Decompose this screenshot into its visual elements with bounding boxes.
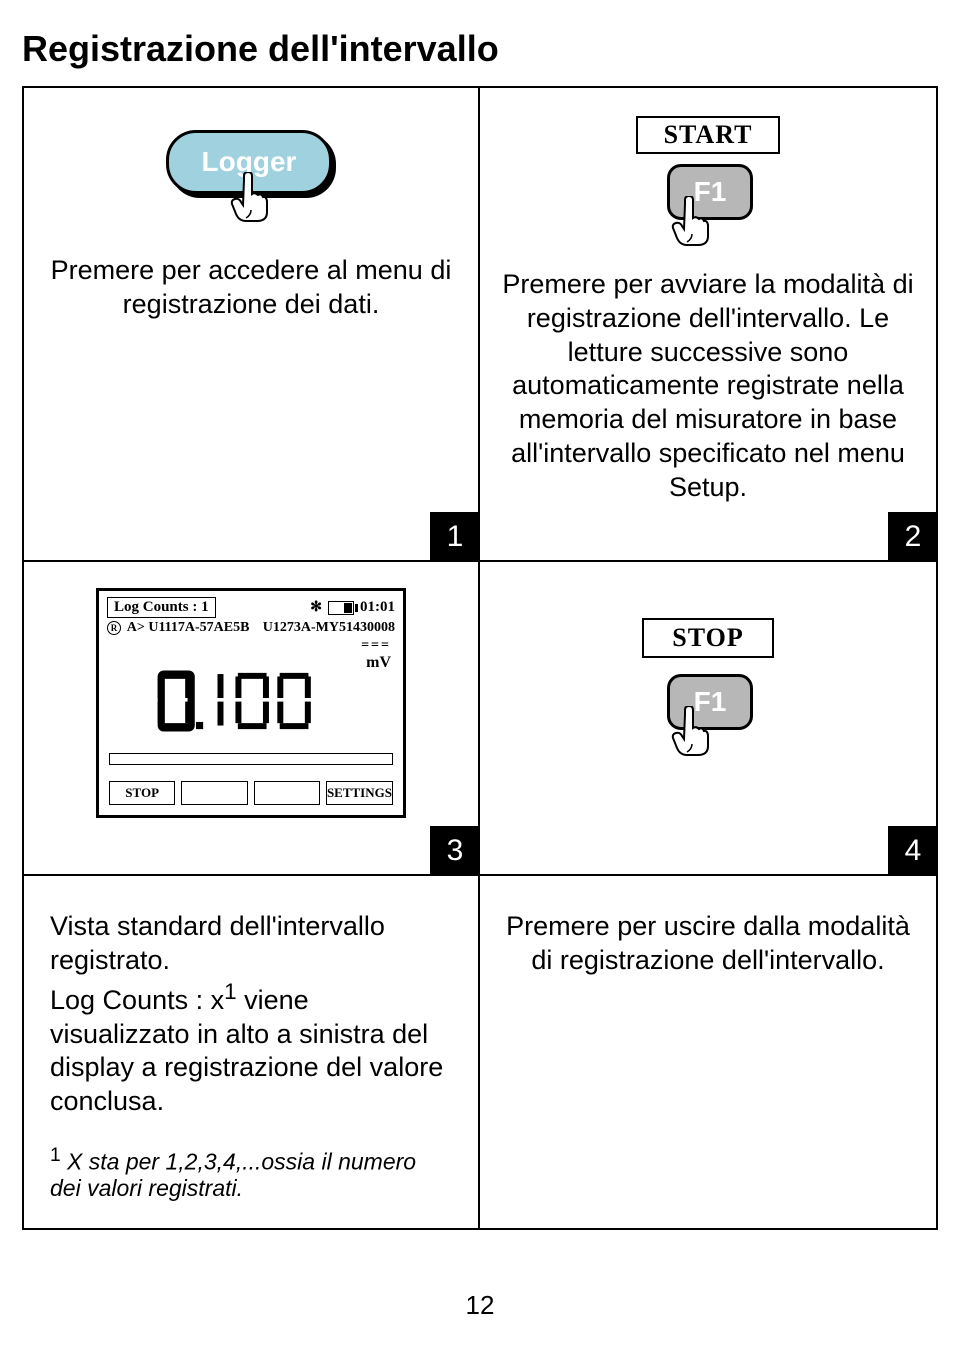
device-a-id: U1117A-57AE5B [148,620,249,635]
snowflake-icon: ✻ [310,599,322,616]
footnote: 1 X sta per 1,2,3,4,...ossia il numero d… [50,1145,452,1203]
step2-caption: Premere per avviare la modalità di regis… [498,268,918,504]
step3-caption: Vista standard dell'intervallo registrat… [50,910,452,1119]
log-counts-label: Log Counts : 1 [107,597,216,618]
f1-key-illustration-2: F1 [663,674,753,764]
meter-screen: Log Counts : 1 ✻ 01:01 R A> U1117A-57AE5… [96,588,406,818]
steps-grid: Logger Premere per accedere al menu di r… [22,86,938,1230]
page-number: 12 [0,1290,960,1321]
page-title: Registrazione dell'intervallo [22,28,938,70]
softkey-empty-2 [254,781,320,805]
step-number-4: 4 [888,826,938,876]
meter-reading [99,662,403,745]
unit-label: mV [366,654,391,672]
pointing-hand-icon [671,706,709,756]
cell-step-3: Log Counts : 1 ✻ 01:01 R A> U1117A-57AE5… [24,562,480,874]
device-b-id: U1273A-MY51430008 [263,620,395,636]
device-a-prefix: A> [127,620,145,635]
stop-label: STOP [642,618,773,658]
step4-caption: Premere per uscire dalla modalità di reg… [506,910,910,978]
step1-caption: Premere per accedere al menu di registra… [42,254,460,322]
cell-step-4: STOP F1 4 [480,562,936,874]
dc-symbol-icon: === [361,638,391,654]
step-number-3: 3 [430,826,480,876]
clock-value: 01:01 [360,599,395,616]
cell-caption-4: Premere per uscire dalla modalità di reg… [480,876,936,1228]
softkey-empty-1 [181,781,247,805]
start-label: START [636,116,781,154]
softkey-settings: SETTINGS [326,781,393,805]
remote-icon: R [107,621,121,635]
softkey-stop: STOP [109,781,175,805]
cell-caption-3: Vista standard dell'intervallo registrat… [24,876,480,1228]
battery-icon [328,601,354,615]
logger-button-illustration: Logger [166,130,336,240]
cell-step-1: Logger Premere per accedere al menu di r… [24,88,480,560]
pointing-hand-icon [671,196,709,246]
cell-step-2: START F1 Premere per avviare la modalità… [480,88,936,560]
pointing-hand-icon [230,172,268,222]
f1-key-illustration: F1 [663,164,753,254]
step-number-1: 1 [430,512,480,562]
step-number-2: 2 [888,512,938,562]
progress-bar [109,753,393,765]
